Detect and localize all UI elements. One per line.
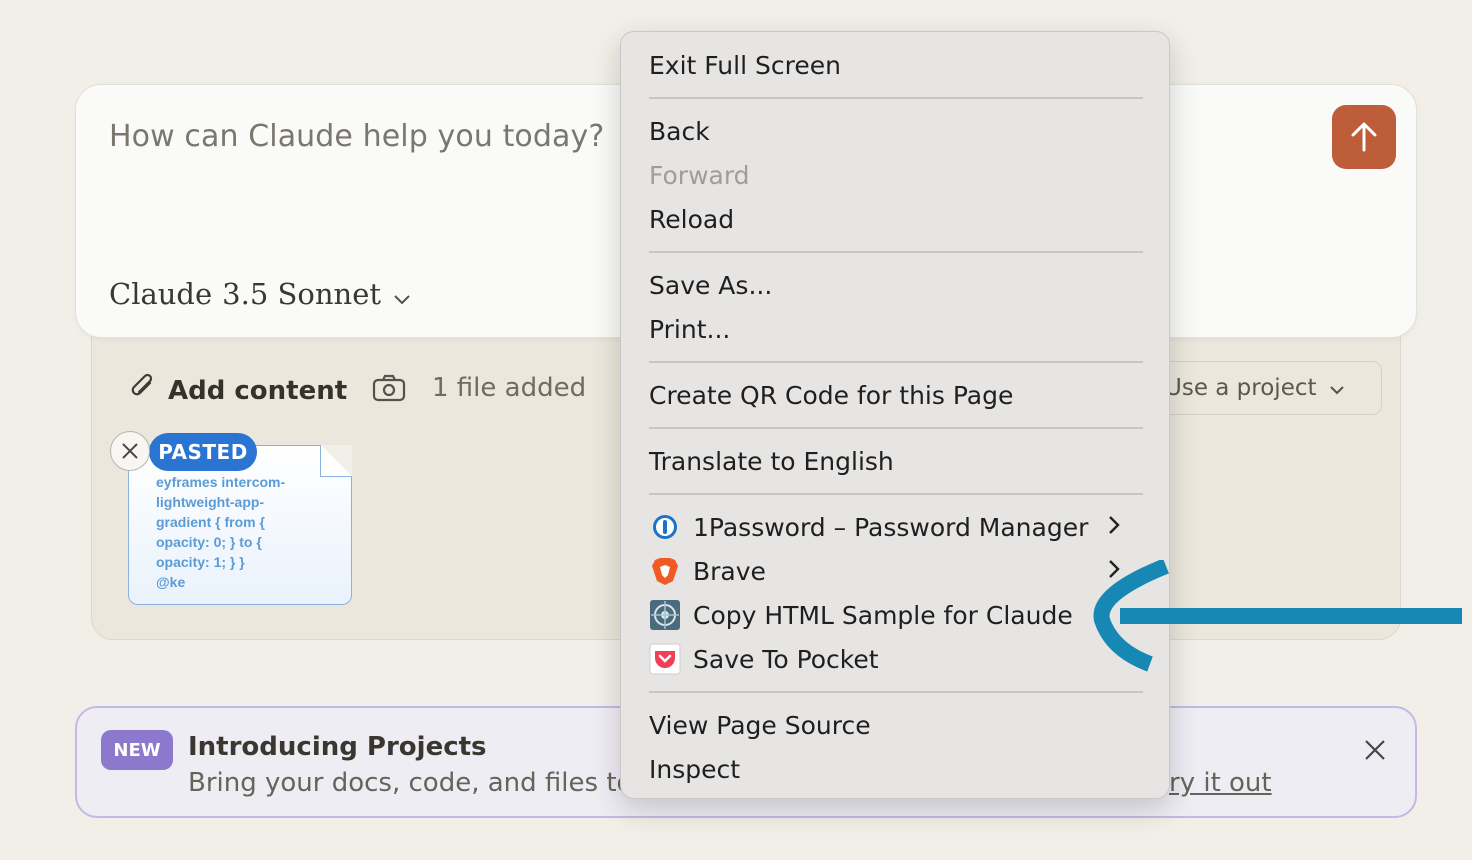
menu-item-label: Forward [649,160,750,190]
menu-separator [649,251,1143,253]
menu-item-save-to-pocket[interactable]: Save To Pocket [649,639,879,679]
menu-item-brave[interactable]: Brave [649,551,1143,591]
context-menu: Exit Full Screen Back Forward Reload Sav… [620,31,1170,799]
menu-item-label: Copy HTML Sample for Claude [693,600,1073,630]
model-version: 3.5 Sonnet [222,277,382,311]
annotation-arrow [1090,558,1470,684]
model-selector[interactable]: Claude 3.5 Sonnet [109,275,411,313]
menu-item-translate[interactable]: Translate to English [649,441,894,481]
prompt-input[interactable]: How can Claude help you today? [109,119,604,154]
model-name: Claude [109,277,213,311]
close-icon [1365,740,1385,760]
menu-item-label: Save To Pocket [693,644,879,674]
menu-item-exit-full-screen[interactable]: Exit Full Screen [649,45,841,85]
menu-item-label: Create QR Code for this Page [649,380,1014,410]
menu-item-print[interactable]: Print... [649,309,730,349]
menu-item-label: Inspect [649,754,741,784]
pasted-snippet: eyframes intercom- lightweight-app- grad… [156,474,286,590]
chevron-down-icon [393,279,411,313]
menu-item-label: Save As... [649,270,773,300]
send-button[interactable] [1332,105,1396,169]
close-icon [122,443,138,459]
arrow-up-icon [1351,122,1377,152]
page-fold [320,445,352,477]
menu-item-label: Back [649,116,710,146]
paperclip-icon [130,373,156,408]
extension-icon [649,599,681,631]
menu-item-label: Reload [649,204,735,234]
menu-item-inspect[interactable]: Inspect [649,749,740,789]
menu-separator [649,493,1143,495]
camera-icon[interactable] [372,373,406,407]
banner-description: Bring your docs, code, and files to [188,768,633,798]
remove-file-button[interactable] [110,431,150,471]
add-content-button[interactable]: Add content [130,373,347,408]
new-badge: NEW [101,730,173,770]
menu-separator [649,691,1143,693]
menu-item-label: Brave [693,556,766,586]
menu-item-view-page-source[interactable]: View Page Source [649,705,871,745]
chevron-right-icon [1107,513,1121,542]
menu-item-1password[interactable]: 1Password – Password Manager [649,507,1143,547]
menu-item-save-as[interactable]: Save As... [649,265,772,305]
menu-item-forward: Forward [649,155,750,195]
add-content-label: Add content [168,375,348,406]
menu-item-copy-html-sample[interactable]: Copy HTML Sample for Claude [649,595,1073,635]
pasted-badge: PASTED [149,433,257,471]
use-project-label: Use a project [1165,375,1317,401]
menu-item-label: Translate to English [649,446,894,476]
banner-close-button[interactable] [1363,738,1387,766]
menu-item-label: Exit Full Screen [649,50,841,80]
brave-icon [649,555,681,587]
files-added-count: 1 file added [432,373,587,403]
menu-item-label: View Page Source [649,710,871,740]
menu-item-label: 1Password – Password Manager [693,512,1089,542]
try-it-out-link[interactable]: ry it out [1169,768,1272,798]
menu-separator [649,97,1143,99]
1password-icon [649,511,681,543]
menu-separator [649,427,1143,429]
menu-item-reload[interactable]: Reload [649,199,734,239]
menu-item-create-qr-code[interactable]: Create QR Code for this Page [649,375,1013,415]
pocket-icon [649,643,681,675]
menu-item-back[interactable]: Back [649,111,710,151]
menu-item-label: Print... [649,314,731,344]
banner-title: Introducing Projects [188,732,487,762]
chevron-down-icon [1329,375,1345,401]
menu-separator [649,361,1143,363]
